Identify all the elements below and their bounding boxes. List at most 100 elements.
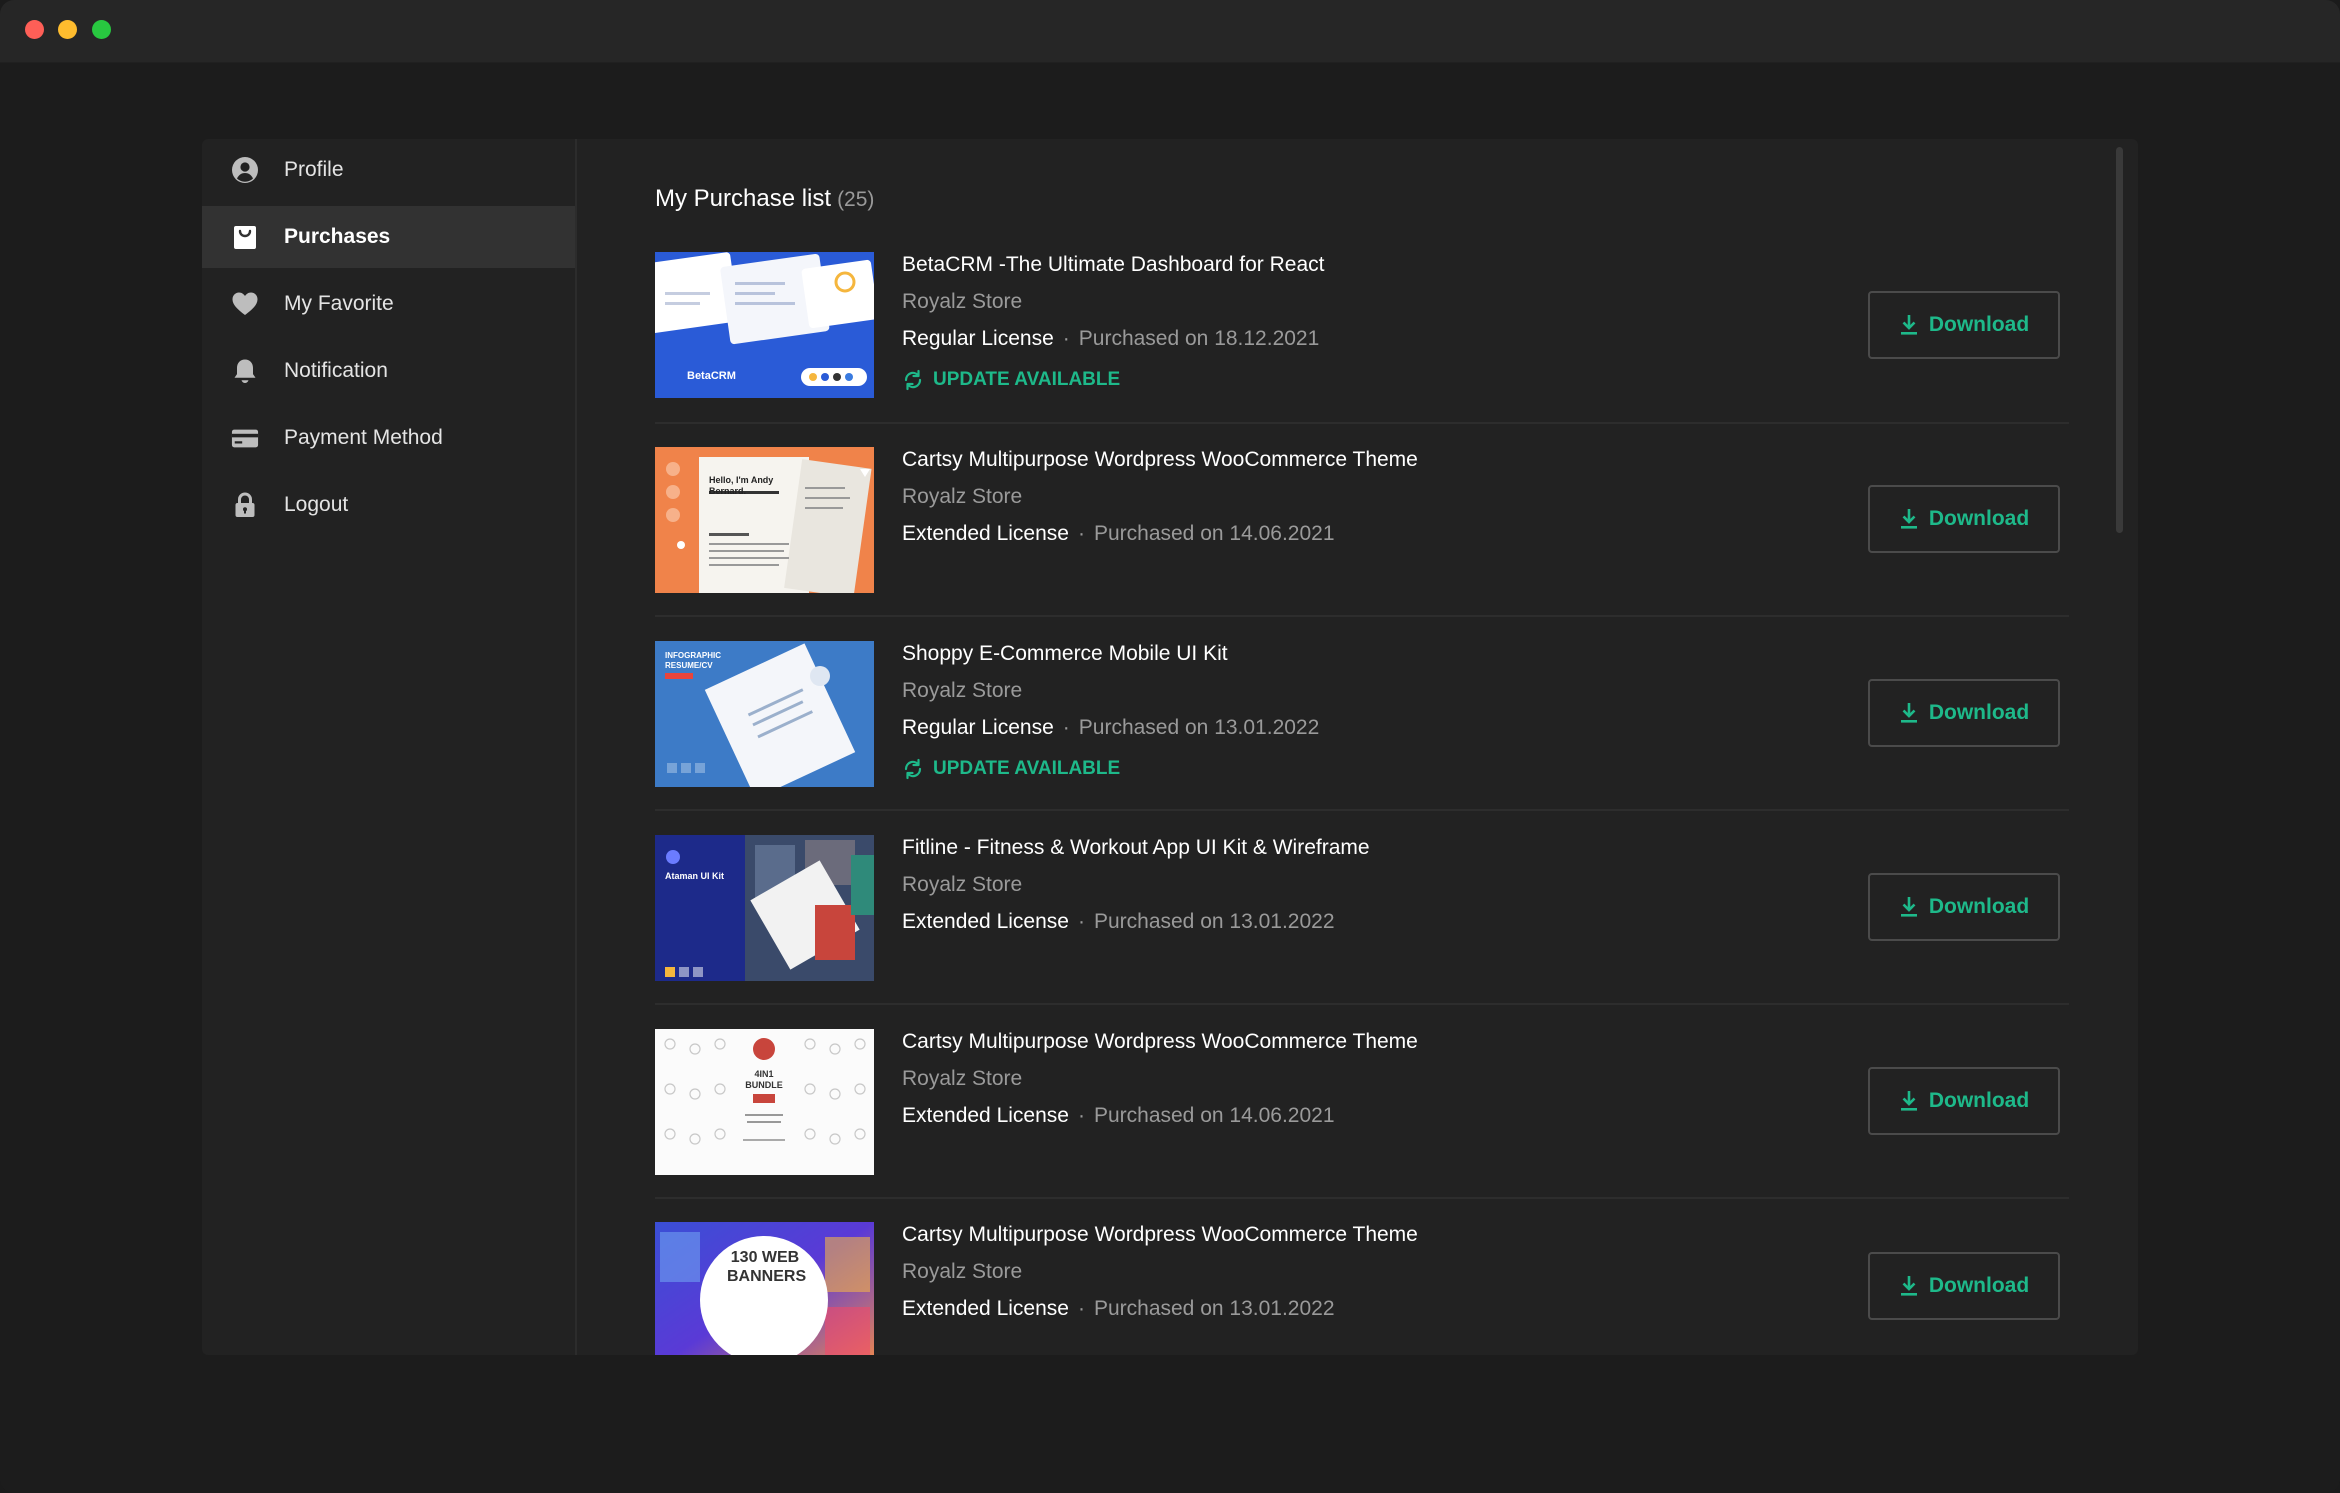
download-label: Download bbox=[1928, 1089, 2030, 1112]
purchase-info: BetaCRM -The Ultimate Dashboard for Reac… bbox=[902, 252, 1325, 392]
license-type: Extended License bbox=[902, 910, 1069, 933]
license-type: Regular License bbox=[902, 327, 1054, 350]
product-title[interactable]: BetaCRM -The Ultimate Dashboard for Reac… bbox=[902, 252, 1325, 278]
purchase-info: Cartsy Multipurpose Wordpress WooCommerc… bbox=[902, 447, 1418, 547]
purchase-count: (25) bbox=[837, 188, 875, 211]
shopping-bag-icon bbox=[231, 223, 259, 251]
thumbnail-caption: 130 WEB BANNERS bbox=[727, 1249, 807, 1285]
download-label: Download bbox=[1928, 313, 2030, 336]
separator-dot: · bbox=[1077, 1297, 1085, 1320]
sidebar-item-payment-method[interactable]: Payment Method bbox=[202, 407, 575, 469]
product-thumbnail[interactable]: Ataman UI Kit bbox=[655, 835, 874, 981]
purchase-info: Cartsy Multipurpose Wordpress WooCommerc… bbox=[902, 1222, 1418, 1322]
row-divider bbox=[655, 1197, 2069, 1199]
sidebar-item-label: Profile bbox=[284, 158, 344, 181]
download-button[interactable]: Download bbox=[1868, 1067, 2060, 1135]
separator-dot: · bbox=[1077, 910, 1085, 933]
list-item: Ataman UI Kit Fitline - Fitness & Workou… bbox=[655, 835, 2069, 1005]
download-button[interactable]: Download bbox=[1868, 291, 2060, 359]
store-name[interactable]: Royalz Store bbox=[902, 678, 1319, 704]
row-divider bbox=[655, 615, 2069, 617]
heart-icon bbox=[231, 290, 259, 318]
purchase-date: Purchased on 14.06.2021 bbox=[1093, 522, 1335, 545]
store-name[interactable]: Royalz Store bbox=[902, 484, 1418, 510]
title-bar bbox=[0, 0, 2340, 63]
download-icon bbox=[1900, 1091, 1917, 1111]
download-icon bbox=[1900, 897, 1917, 917]
purchase-info: Shoppy E-Commerce Mobile UI Kit Royalz S… bbox=[902, 641, 1319, 781]
purchase-date: Purchased on 13.01.2022 bbox=[1093, 910, 1335, 933]
product-title[interactable]: Shoppy E-Commerce Mobile UI Kit bbox=[902, 641, 1319, 667]
license-type: Extended License bbox=[902, 1297, 1069, 1320]
sidebar-item-label: Notification bbox=[284, 359, 388, 382]
download-icon bbox=[1900, 1276, 1917, 1296]
store-name[interactable]: Royalz Store bbox=[902, 289, 1325, 315]
purchase-info: Fitline - Fitness & Workout App UI Kit &… bbox=[902, 835, 1370, 935]
refresh-icon bbox=[904, 369, 922, 391]
product-title[interactable]: Cartsy Multipurpose Wordpress WooCommerc… bbox=[902, 1029, 1418, 1055]
download-icon bbox=[1900, 703, 1917, 723]
product-thumbnail[interactable]: 4IN1 BUNDLE bbox=[655, 1029, 874, 1175]
download-button[interactable]: Download bbox=[1868, 679, 2060, 747]
list-item: Hello, I'm Andy Bernard. Cartsy Multipur… bbox=[655, 447, 2069, 617]
bell-icon bbox=[231, 357, 259, 385]
license-type: Extended License bbox=[902, 522, 1069, 545]
product-thumbnail[interactable]: BetaCRM bbox=[655, 252, 874, 398]
row-divider bbox=[655, 809, 2069, 811]
download-button[interactable]: Download bbox=[1868, 485, 2060, 553]
download-button[interactable]: Download bbox=[1868, 873, 2060, 941]
purchase-date: Purchased on 14.06.2021 bbox=[1093, 1104, 1335, 1127]
scrollbar-thumb[interactable] bbox=[2116, 147, 2123, 533]
purchase-date: Purchased on 13.01.2022 bbox=[1093, 1297, 1335, 1320]
download-button[interactable]: Download bbox=[1868, 1252, 2060, 1320]
refresh-icon bbox=[904, 758, 922, 780]
product-thumbnail[interactable]: INFOGRAPHIC RESUME/CV bbox=[655, 641, 874, 787]
license-type: Regular License bbox=[902, 716, 1054, 739]
store-name[interactable]: Royalz Store bbox=[902, 872, 1370, 898]
lock-icon bbox=[231, 491, 259, 519]
list-item: INFOGRAPHIC RESUME/CV Shoppy E-Commerce … bbox=[655, 641, 2069, 811]
list-item: 130 WEB BANNERS Cartsy Multipurpose Word… bbox=[655, 1222, 2069, 1355]
download-label: Download bbox=[1928, 507, 2030, 530]
sidebar-item-label: Payment Method bbox=[284, 426, 443, 449]
user-circle-icon bbox=[231, 156, 259, 184]
update-available-link[interactable]: UPDATE AVAILABLE bbox=[902, 757, 1319, 781]
sidebar-item-label: Purchases bbox=[284, 225, 391, 248]
product-thumbnail[interactable]: 130 WEB BANNERS bbox=[655, 1222, 874, 1355]
sidebar-item-notification[interactable]: Notification bbox=[202, 340, 575, 402]
purchase-date: Purchased on 13.01.2022 bbox=[1078, 716, 1320, 739]
purchase-date: Purchased on 18.12.2021 bbox=[1078, 327, 1320, 350]
store-name[interactable]: Royalz Store bbox=[902, 1259, 1418, 1285]
app-window: Profile Purchases My Favorite Notificati… bbox=[0, 0, 2340, 1493]
maximize-window-button[interactable] bbox=[92, 20, 111, 39]
update-available-link[interactable]: UPDATE AVAILABLE bbox=[902, 368, 1325, 392]
license-line: Regular License · Purchased on 13.01.2022 bbox=[902, 715, 1319, 741]
sidebar-item-profile[interactable]: Profile bbox=[202, 139, 575, 201]
purchase-list-area: My Purchase list (25) BetaCRM BetaCRM -T… bbox=[577, 139, 2138, 1355]
product-title[interactable]: Cartsy Multipurpose Wordpress WooCommerc… bbox=[902, 447, 1418, 473]
license-line: Extended License · Purchased on 13.01.2022 bbox=[902, 1296, 1418, 1322]
download-label: Download bbox=[1928, 1274, 2030, 1297]
row-divider bbox=[655, 1003, 2069, 1005]
thumbnail-caption: 4IN1 BUNDLE bbox=[745, 1069, 783, 1090]
page-title-text: My Purchase list bbox=[655, 185, 832, 212]
product-thumbnail[interactable]: Hello, I'm Andy Bernard. bbox=[655, 447, 874, 593]
separator-dot: · bbox=[1077, 522, 1085, 545]
sidebar-item-logout[interactable]: Logout bbox=[202, 474, 575, 536]
sidebar-item-purchases[interactable]: Purchases bbox=[202, 206, 575, 268]
product-title[interactable]: Cartsy Multipurpose Wordpress WooCommerc… bbox=[902, 1222, 1418, 1248]
minimize-window-button[interactable] bbox=[58, 20, 77, 39]
sidebar-item-label: My Favorite bbox=[284, 292, 394, 315]
thumbnail-caption: Hello, I'm Andy Bernard. bbox=[709, 475, 774, 496]
thumbnail-caption: INFOGRAPHIC RESUME/CV bbox=[665, 651, 721, 670]
close-window-button[interactable] bbox=[25, 20, 44, 39]
sidebar: Profile Purchases My Favorite Notificati… bbox=[202, 139, 577, 1355]
download-icon bbox=[1900, 509, 1917, 529]
thumbnail-caption: BetaCRM bbox=[687, 370, 736, 382]
product-title[interactable]: Fitline - Fitness & Workout App UI Kit &… bbox=[902, 835, 1370, 861]
sidebar-item-my-favorite[interactable]: My Favorite bbox=[202, 273, 575, 335]
license-line: Regular License · Purchased on 18.12.2021 bbox=[902, 326, 1325, 352]
download-label: Download bbox=[1928, 895, 2030, 918]
credit-card-icon bbox=[231, 424, 259, 452]
store-name[interactable]: Royalz Store bbox=[902, 1066, 1418, 1092]
